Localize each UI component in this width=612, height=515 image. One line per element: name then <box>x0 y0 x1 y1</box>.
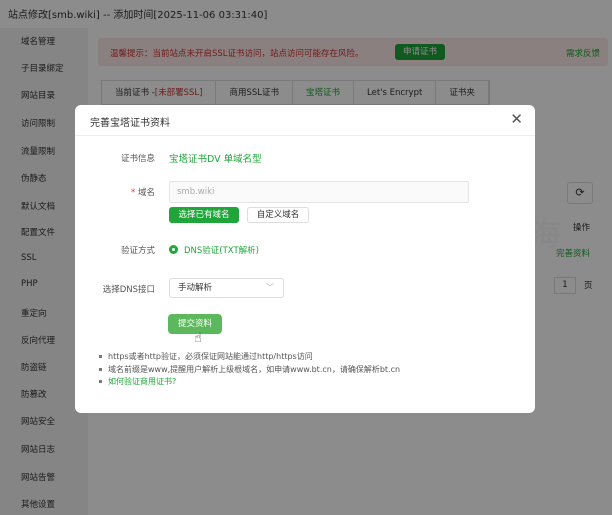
required-mark: * <box>131 188 138 198</box>
tips-list: https或者http验证，必须保证网站能通过http/https访问 域名前缀… <box>99 351 400 389</box>
close-icon[interactable]: ✕ <box>510 110 523 128</box>
dns-api-select[interactable]: 手动解析 ﹀ <box>169 278 284 298</box>
complete-cert-info-dialog: 完善宝塔证书资料 ✕ 证书信息 宝塔证书DV 单域名型 * 域名 smb.wik… <box>75 105 535 413</box>
cert-info-value: 宝塔证书DV 单域名型 <box>169 154 262 165</box>
select-existing-domain-button[interactable]: 选择已有域名 <box>169 207 239 223</box>
verify-method-label: 验证方式 <box>120 246 155 256</box>
tip-item: https或者http验证，必须保证网站能通过http/https访问 <box>99 351 400 364</box>
chevron-down-icon: ﹀ <box>266 283 274 292</box>
hand-cursor-icon: ☝ <box>194 331 202 346</box>
dns-api-label: 选择DNS接口 <box>102 285 155 295</box>
domain-label-text: 域名 <box>137 188 155 198</box>
dns-verify-radio[interactable] <box>169 245 178 254</box>
domain-label: * 域名 <box>75 186 155 198</box>
how-to-verify-link[interactable]: 如何验证商用证书? <box>99 376 400 389</box>
dns-api-value: 手动解析 <box>178 283 213 293</box>
dns-verify-label[interactable]: DNS验证(TXT解析) <box>184 244 259 256</box>
dialog-title: 完善宝塔证书资料 <box>90 118 170 129</box>
divider <box>75 135 535 136</box>
cert-info-label: 证书信息 <box>120 154 155 164</box>
domain-input[interactable]: smb.wiki <box>169 181 469 203</box>
custom-domain-button[interactable]: 自定义域名 <box>247 207 309 223</box>
tip-item: 域名前缀是www,提醒用户解析上级根域名，如申请www.bt.cn，请确保解析b… <box>99 364 400 377</box>
